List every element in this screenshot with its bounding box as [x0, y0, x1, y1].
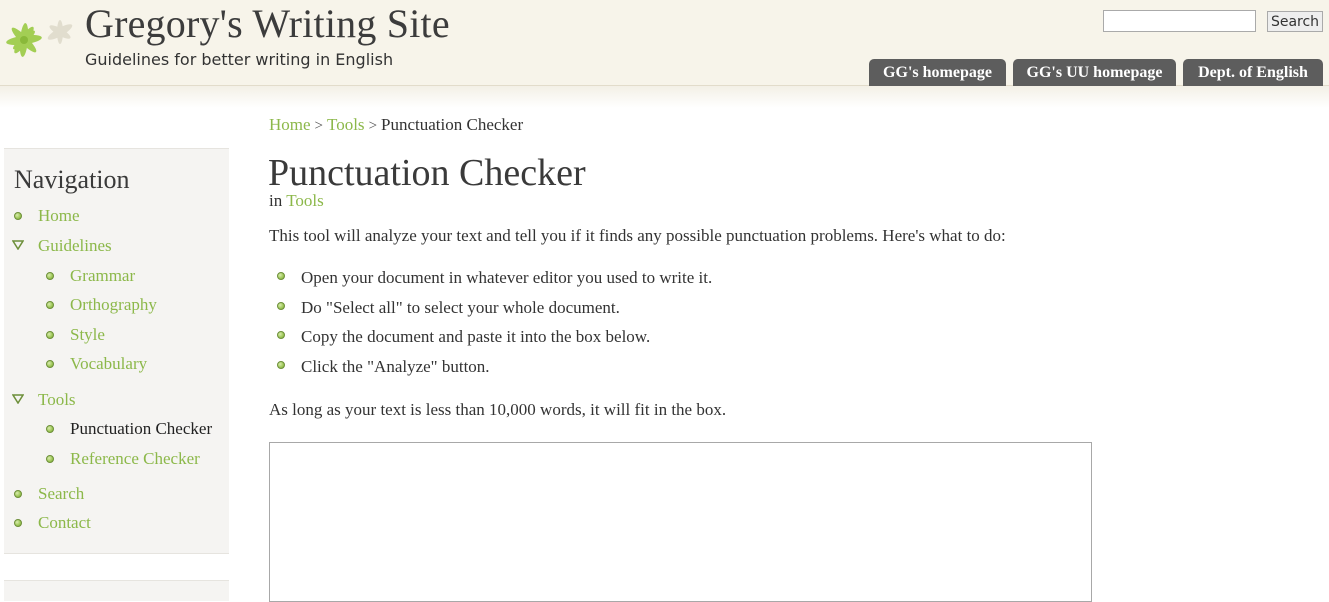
leaf-bullet-icon: [46, 425, 54, 433]
search-button[interactable]: Search: [1267, 11, 1323, 32]
tab-gg-uu-homepage[interactable]: GG's UU homepage: [1013, 59, 1176, 86]
navigation-block: Navigation Home Guidelines Grammar Ortho…: [4, 148, 229, 554]
header-shadow: [0, 86, 1329, 108]
leaf-bullet-icon: [46, 360, 54, 368]
leaf-bullet-icon: [14, 519, 22, 527]
site-name[interactable]: Gregory's Writing Site: [85, 0, 450, 47]
sidebar-item-label[interactable]: Tools: [38, 390, 76, 410]
breadcrumb-tools-link[interactable]: Tools: [327, 115, 365, 134]
sidebar-item-label[interactable]: Vocabulary: [70, 354, 147, 374]
leaf-bullet-icon: [46, 455, 54, 463]
expanded-triangle-icon: [12, 394, 24, 404]
list-item: Click the "Analyze" button.: [301, 357, 490, 376]
category-prefix: in: [269, 191, 283, 210]
tab-dept-of-english[interactable]: Dept. of English: [1183, 59, 1323, 86]
navigation-title: Navigation: [14, 165, 130, 194]
leaf-bullet-icon: [46, 272, 54, 280]
sidebar-item-label[interactable]: Grammar: [70, 266, 135, 286]
page-title: Punctuation Checker: [268, 152, 586, 194]
leaf-bullet-icon: [46, 301, 54, 309]
sidebar-item-label[interactable]: Reference Checker: [70, 449, 200, 469]
list-item: Copy the document and paste it into the …: [301, 327, 651, 346]
sidebar-item-label[interactable]: Orthography: [70, 295, 157, 315]
site-logo-icon[interactable]: [2, 4, 82, 70]
text-input-area[interactable]: [269, 442, 1092, 602]
sidebar-item-label[interactable]: Contact: [38, 513, 91, 533]
breadcrumb-home-link[interactable]: Home: [269, 115, 311, 134]
breadcrumb-separator: >: [368, 118, 378, 134]
category-tools-link[interactable]: Tools: [286, 191, 324, 210]
tab-gg-homepage[interactable]: GG's homepage: [869, 59, 1006, 86]
site-slogan: Guidelines for better writing in English: [85, 50, 394, 69]
search-input[interactable]: [1103, 10, 1256, 32]
list-bullet-icon: [277, 331, 285, 339]
breadcrumb: Home > Tools > Punctuation Checker: [269, 115, 523, 135]
intro-text: This tool will analyze your text and tel…: [269, 226, 1006, 245]
site-header: Gregory's Writing Site Guidelines for be…: [0, 0, 1329, 86]
breadcrumb-separator: >: [314, 118, 324, 134]
list-item: Open your document in whatever editor yo…: [301, 268, 713, 287]
sidebar-item-label[interactable]: Guidelines: [38, 236, 112, 256]
list-bullet-icon: [277, 272, 285, 280]
expanded-triangle-icon: [12, 240, 24, 250]
breadcrumb-current: Punctuation Checker: [381, 115, 524, 134]
page-category: in Tools: [269, 191, 324, 211]
leaf-bullet-icon: [14, 490, 22, 498]
sidebar-item-label[interactable]: Punctuation Checker: [70, 419, 212, 439]
list-bullet-icon: [277, 302, 285, 310]
leaf-bullet-icon: [14, 212, 22, 220]
sidebar-item-label[interactable]: Style: [70, 325, 105, 345]
leaf-bullet-icon: [46, 331, 54, 339]
limit-note: As long as your text is less than 10,000…: [269, 400, 727, 419]
list-item: Do "Select all" to select your whole doc…: [301, 298, 620, 317]
sidebar-item-label[interactable]: Home: [38, 206, 80, 226]
sidebar-item-label[interactable]: Search: [38, 484, 84, 504]
list-bullet-icon: [277, 361, 285, 369]
